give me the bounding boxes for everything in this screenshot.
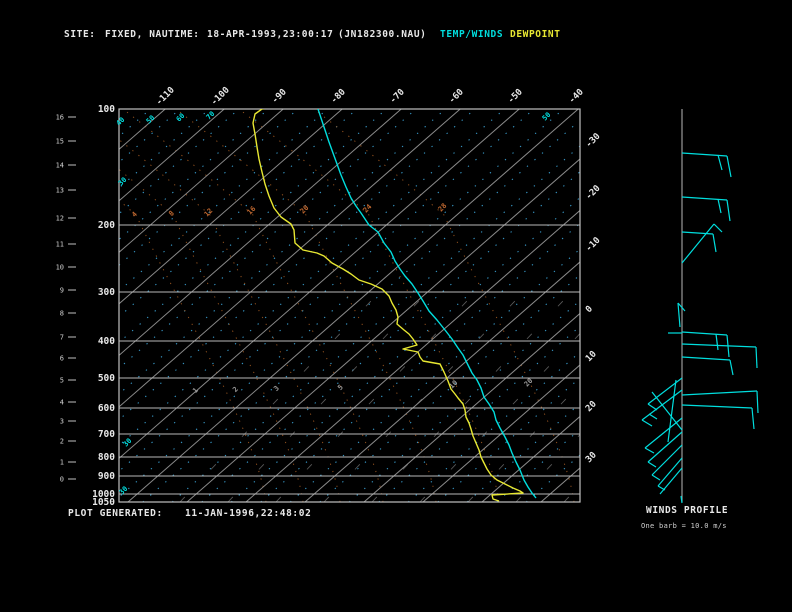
svg-text:20: 20 (523, 377, 535, 389)
svg-text:12: 12 (203, 207, 215, 219)
skewt-app-window: SITE: FIXED, NAU TIME: 18-APR-1993,23:00… (0, 0, 792, 612)
svg-text:10: 10 (584, 349, 599, 364)
right-temperature-labels: -30 -20 -10 0 10 20 30 (584, 132, 603, 466)
svg-text:-50: -50 (506, 87, 525, 106)
svg-text:0: 0 (584, 304, 595, 315)
svg-text:20: 20 (584, 399, 599, 414)
svg-text:-70: -70 (388, 87, 407, 106)
svg-text:-30: -30 (584, 132, 603, 151)
svg-text:20: 20 (299, 204, 311, 216)
svg-text:-60: -60 (447, 87, 466, 106)
svg-text:600: 600 (98, 403, 115, 414)
svg-text:6: 6 (60, 355, 64, 363)
svg-text:12: 12 (56, 215, 64, 223)
svg-text:24: 24 (362, 203, 374, 215)
svg-text:200: 200 (98, 220, 115, 231)
svg-text:28: 28 (437, 202, 449, 214)
pressure-axis-labels: 10020030040050060070080090010001050 (92, 104, 115, 508)
svg-text:-40: -40 (567, 87, 586, 106)
svg-text:-90: -90 (270, 87, 289, 106)
svg-text:5: 5 (60, 377, 64, 385)
moist-adiabat-labels: 4 8 12 16 20 24 28 (130, 202, 448, 219)
svg-text:50: 50 (145, 114, 157, 126)
svg-text:-20: -20 (584, 184, 603, 203)
svg-text:700: 700 (98, 429, 115, 440)
wind-barbs (641, 152, 759, 504)
svg-text:10: 10 (56, 264, 64, 272)
svg-text:0: 0 (60, 476, 64, 484)
svg-text:3: 3 (272, 384, 281, 393)
svg-text:16: 16 (246, 205, 258, 217)
svg-text:60: 60 (175, 112, 187, 124)
svg-text:2: 2 (60, 438, 64, 446)
svg-text:11: 11 (56, 241, 64, 249)
svg-text:-10: -10 (584, 236, 603, 255)
svg-text:8: 8 (167, 209, 176, 218)
svg-text:800: 800 (98, 452, 115, 463)
svg-text:8: 8 (60, 310, 64, 318)
svg-text:14: 14 (56, 162, 64, 170)
mixing-ratio-dashes (179, 289, 580, 502)
svg-text:100: 100 (98, 104, 115, 115)
svg-text:-110: -110 (154, 85, 176, 107)
svg-text:2: 2 (231, 385, 240, 394)
wind-barb-legend: One barb = 10.0 m/s (641, 522, 727, 530)
top-temperature-labels: -110 -100 -90 -80 -70 -60 -50 -40 (154, 85, 585, 107)
svg-text:4: 4 (130, 210, 139, 219)
plot-generated-value: 11-JAN-1996,22:48:02 (185, 508, 312, 519)
moist-adiabat-dotted-curves (119, 109, 575, 502)
svg-text:7: 7 (60, 334, 64, 342)
svg-text:4: 4 (60, 399, 64, 407)
svg-text:1: 1 (60, 459, 64, 467)
svg-text:-80: -80 (329, 87, 348, 106)
winds-profile-title: WINDS PROFILE (646, 505, 729, 516)
svg-text:9: 9 (60, 287, 64, 295)
svg-text:16: 16 (56, 114, 64, 122)
svg-text:-100: -100 (209, 85, 231, 107)
svg-text:13: 13 (56, 187, 64, 195)
svg-text:3: 3 (60, 418, 64, 426)
svg-text:900: 900 (98, 471, 115, 482)
svg-text:300: 300 (98, 287, 115, 298)
svg-text:500: 500 (98, 373, 115, 384)
svg-text:30: 30 (584, 450, 599, 465)
svg-text:15: 15 (56, 138, 64, 146)
plot-generated-label: PLOT GENERATED: (68, 508, 163, 519)
height-axis-ticks: 012345678910111213141516 (56, 114, 76, 484)
svg-text:40: 40 (115, 116, 127, 128)
skewt-chart: 40 50 60 70 503030304 8 12 16 20 24 281 2 3 5 10 201002… (56, 85, 759, 508)
svg-text:5: 5 (336, 383, 345, 392)
svg-text:70: 70 (205, 110, 217, 122)
svg-text:1050: 1050 (92, 497, 115, 508)
svg-text:400: 400 (98, 336, 115, 347)
